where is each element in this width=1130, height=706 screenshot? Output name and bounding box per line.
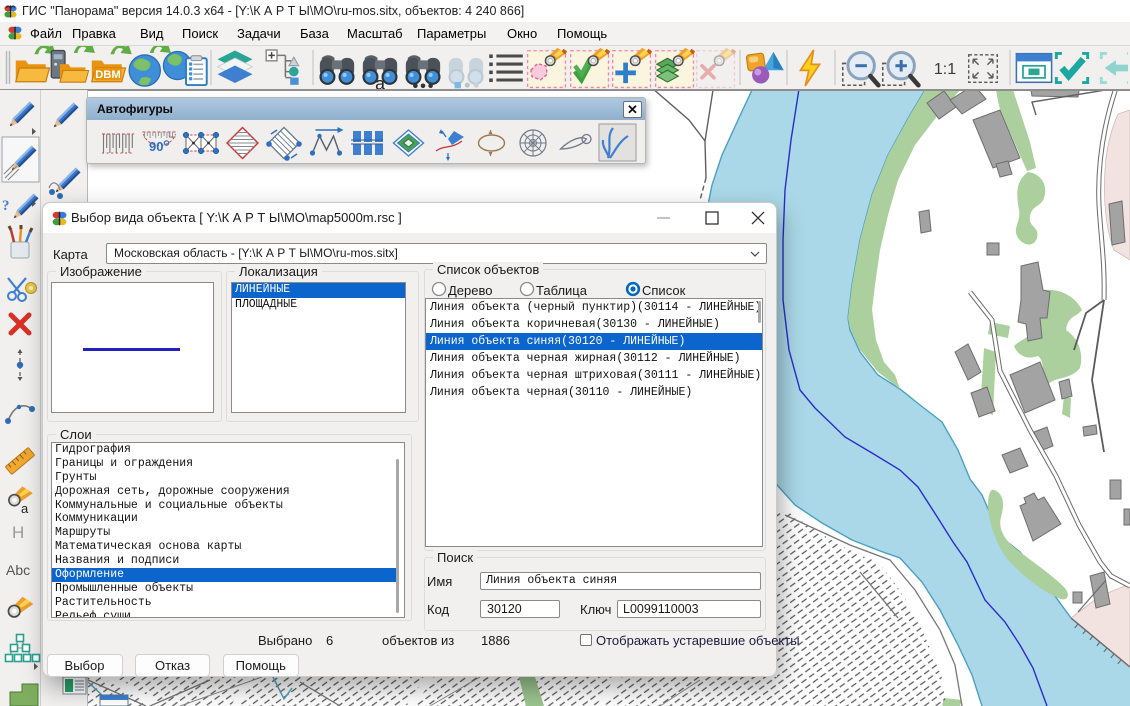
svg-text:Abc: Abc [6,562,30,578]
svg-text:DBM: DBM [95,69,121,81]
svg-text:a: a [21,501,29,516]
svg-text:a: a [375,74,385,89]
svg-text:H: H [12,523,24,542]
svg-text:?: ? [2,198,10,214]
svg-text:1:1: 1:1 [934,61,956,78]
svg-text:90: 90 [149,139,163,154]
